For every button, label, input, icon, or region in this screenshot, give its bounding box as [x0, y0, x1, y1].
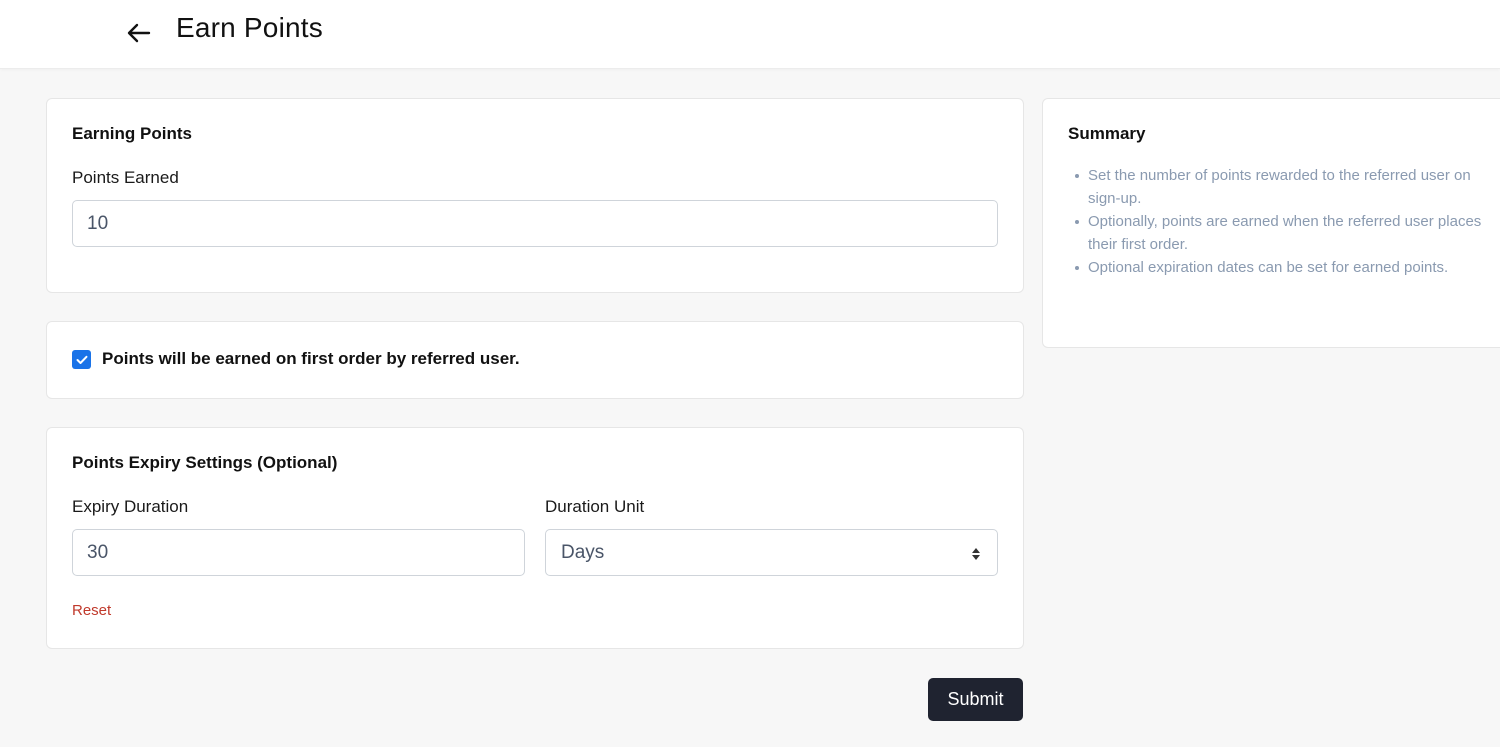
- points-earned-label: Points Earned: [72, 168, 179, 187]
- duration-unit-value: Days: [561, 542, 605, 563]
- submit-button[interactable]: Submit: [928, 678, 1023, 721]
- earning-points-card: [46, 98, 1024, 293]
- page-title: Earn Points: [176, 12, 323, 43]
- top-bar: Earn Points: [0, 0, 1500, 69]
- arrow-left-icon: [127, 23, 151, 43]
- summary-item: Set the number of points rewarded to the…: [1068, 164, 1492, 210]
- expiry-duration-input[interactable]: [72, 529, 525, 576]
- back-button[interactable]: [124, 18, 154, 48]
- points-earned-input[interactable]: [72, 200, 998, 247]
- expiry-settings-title: Points Expiry Settings (Optional): [72, 453, 338, 472]
- expiry-duration-label: Expiry Duration: [72, 497, 189, 516]
- summary-item: Optionally, points are earned when the r…: [1068, 210, 1492, 256]
- duration-unit-label: Duration Unit: [545, 497, 645, 516]
- reset-link[interactable]: Reset: [72, 602, 111, 619]
- summary-item: Optional expiration dates can be set for…: [1068, 256, 1492, 279]
- earning-points-title: Earning Points: [72, 124, 192, 143]
- summary-list: Set the number of points rewarded to the…: [1068, 164, 1492, 279]
- summary-title: Summary: [1068, 124, 1146, 143]
- first-order-checkbox[interactable]: [72, 350, 91, 369]
- duration-unit-select[interactable]: Days: [545, 529, 998, 576]
- first-order-checkbox-label[interactable]: Points will be earned on first order by …: [102, 349, 520, 369]
- sort-arrows-icon: [972, 548, 980, 560]
- checkmark-icon: [76, 355, 87, 364]
